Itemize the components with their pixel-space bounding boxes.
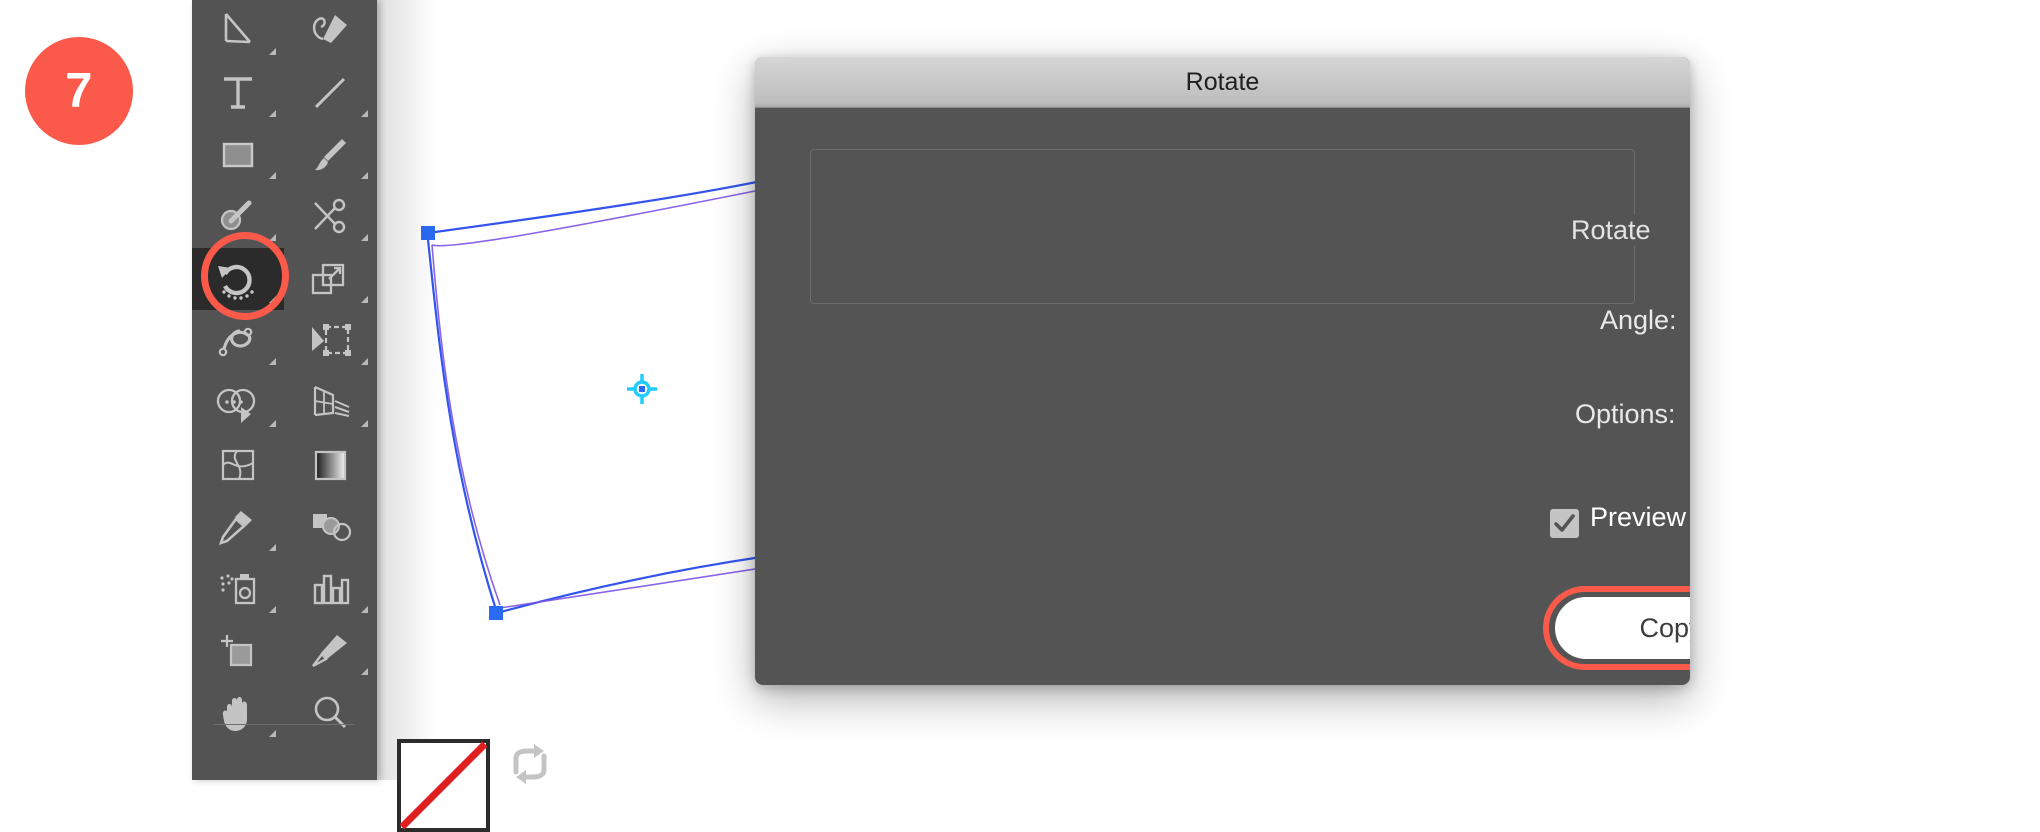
tool-grid — [192, 0, 377, 744]
flyout-corner-icon — [361, 110, 368, 117]
tool-shaper[interactable] — [192, 186, 284, 248]
flyout-corner-icon — [361, 606, 368, 613]
flyout-corner-icon — [269, 110, 276, 117]
tool-symbol-sprayer[interactable] — [192, 558, 284, 620]
rotate-dialog: Rotate Rotate Angle: 10° Options: Transf… — [755, 57, 1690, 685]
tool-artboard[interactable] — [192, 620, 284, 682]
tool-shape-builder[interactable] — [192, 372, 284, 434]
tool-direct-selection[interactable] — [192, 0, 284, 62]
copy-button[interactable]: Copy — [1555, 597, 1690, 659]
flyout-corner-icon — [361, 668, 368, 675]
tool-slice[interactable] — [284, 620, 376, 682]
tool-type[interactable] — [192, 62, 284, 124]
dialog-titlebar[interactable]: Rotate — [755, 57, 1690, 108]
dialog-title: Rotate — [1185, 67, 1260, 96]
toolbar-divider — [214, 724, 354, 725]
swap-fill-stroke-icon[interactable] — [504, 742, 556, 788]
rotate-group-legend: Rotate — [1561, 215, 1661, 246]
copy-button-label: Copy — [1639, 612, 1690, 643]
no-stroke-slash-icon — [399, 741, 488, 830]
tool-eyedropper[interactable] — [192, 496, 284, 558]
tool-column-graph[interactable] — [284, 558, 376, 620]
flyout-corner-icon — [269, 606, 276, 613]
tool-blend[interactable] — [284, 496, 376, 558]
tool-scale[interactable] — [284, 248, 376, 310]
rotate-group-box — [810, 149, 1635, 304]
preview-label: Preview — [1590, 502, 1687, 532]
flyout-corner-icon — [361, 358, 368, 365]
tool-paintbrush[interactable] — [284, 124, 376, 186]
checkmark-icon — [1554, 514, 1575, 532]
flyout-corner-icon — [269, 172, 276, 179]
step-number-label: 7 — [65, 63, 93, 118]
tool-rotate[interactable] — [192, 248, 284, 310]
angle-label: Angle: — [1600, 305, 1677, 335]
tool-scissors[interactable] — [284, 186, 376, 248]
tool-mesh[interactable] — [192, 434, 284, 496]
flyout-corner-icon — [361, 234, 368, 241]
step-number-badge: 7 — [25, 37, 133, 145]
tools-panel[interactable] — [192, 0, 547, 832]
flyout-corner-icon — [269, 358, 276, 365]
tool-zoom[interactable] — [284, 682, 376, 744]
flyout-corner-icon — [269, 420, 276, 427]
tool-free-transform[interactable] — [284, 310, 376, 372]
tool-line-segment[interactable] — [284, 62, 376, 124]
tool-width[interactable] — [192, 310, 284, 372]
tool-gradient[interactable] — [284, 434, 376, 496]
options-label: Options: — [1575, 399, 1676, 429]
flyout-corner-icon — [361, 296, 368, 303]
preview-checkbox[interactable] — [1550, 509, 1579, 538]
flyout-corner-icon — [269, 296, 276, 303]
flyout-corner-icon — [269, 234, 276, 241]
flyout-corner-icon — [269, 730, 276, 737]
flyout-corner-icon — [269, 544, 276, 551]
flyout-corner-icon — [361, 420, 368, 427]
flyout-corner-icon — [361, 172, 368, 179]
tool-rectangle[interactable] — [192, 124, 284, 186]
tool-pen[interactable] — [284, 0, 376, 62]
flyout-corner-icon — [269, 48, 276, 55]
tool-perspective-grid[interactable] — [284, 372, 376, 434]
tool-hand[interactable] — [192, 682, 284, 744]
